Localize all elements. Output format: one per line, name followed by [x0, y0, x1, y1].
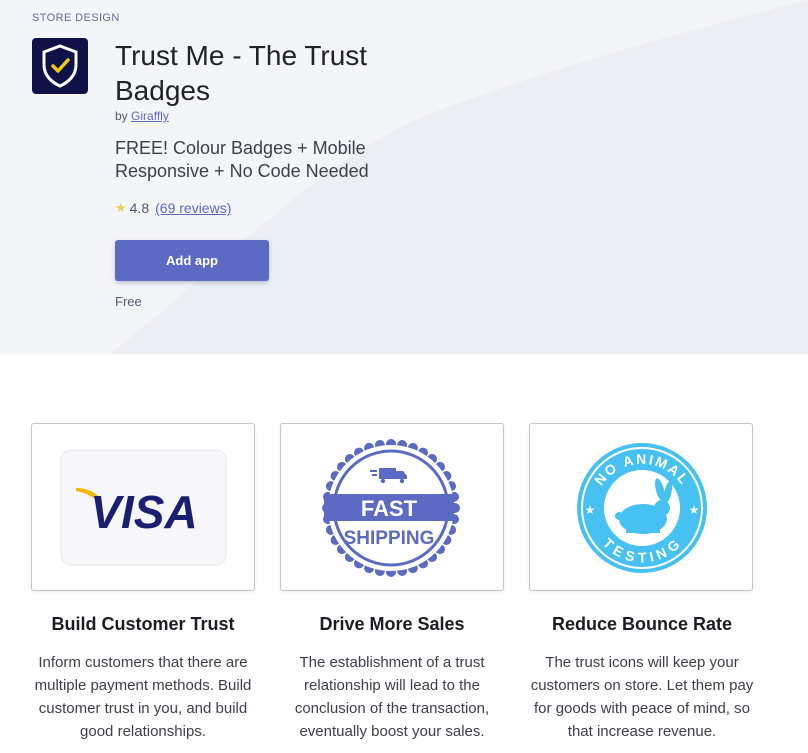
- feature-title-3: Reduce Bounce Rate: [551, 614, 733, 634]
- feature-image-no-animal-testing: NO ANIMAL TESTING ★ ★: [529, 423, 753, 591]
- feature-description-2: The establishment of a trust relationshi…: [294, 654, 490, 740]
- feature-title-1: Build Customer Trust: [51, 614, 235, 634]
- rating-summary: ★ 4.8 (69 reviews): [115, 200, 231, 216]
- rating-value: 4.8: [129, 200, 150, 216]
- star-left-icon: ★: [585, 503, 596, 517]
- shield-check-icon: [42, 44, 78, 88]
- star-icon: ★: [115, 200, 127, 215]
- developer-byline: by Giraffly: [115, 109, 169, 123]
- app-icon: [32, 38, 88, 94]
- developer-link[interactable]: Giraffly: [131, 109, 169, 123]
- no-animal-testing-badge: NO ANIMAL TESTING ★ ★: [577, 443, 707, 573]
- app-title: Trust Me - The Trust Badges: [115, 40, 368, 106]
- feature-image-fast-shipping: FAST SHIPPING: [280, 423, 504, 591]
- byline-prefix: by: [115, 109, 128, 123]
- reviews-link[interactable]: (69 reviews): [155, 200, 231, 216]
- price-label: Free: [115, 294, 142, 309]
- visa-badge-text: VISA: [90, 486, 197, 538]
- feature-description-3: The trust icons will keep your customers…: [530, 654, 754, 740]
- fast-text: FAST: [361, 496, 418, 521]
- fast-shipping-badge: FAST SHIPPING: [322, 439, 460, 577]
- feature-description-1: Inform customers that there are multiple…: [34, 654, 252, 740]
- add-app-button[interactable]: Add app: [115, 240, 269, 281]
- feature-title-2: Drive More Sales: [319, 614, 465, 634]
- visa-badge: VISA: [60, 449, 227, 566]
- shipping-text: SHIPPING: [344, 528, 435, 549]
- feature-image-visa: VISA: [31, 423, 255, 591]
- app-tagline: FREE! Colour Badges + Mobile Responsive …: [115, 138, 369, 181]
- app-hero: STORE DESIGN Trust Me - The Trust Badges…: [0, 0, 808, 354]
- star-right-icon: ★: [689, 503, 700, 517]
- category-label: STORE DESIGN: [32, 12, 120, 24]
